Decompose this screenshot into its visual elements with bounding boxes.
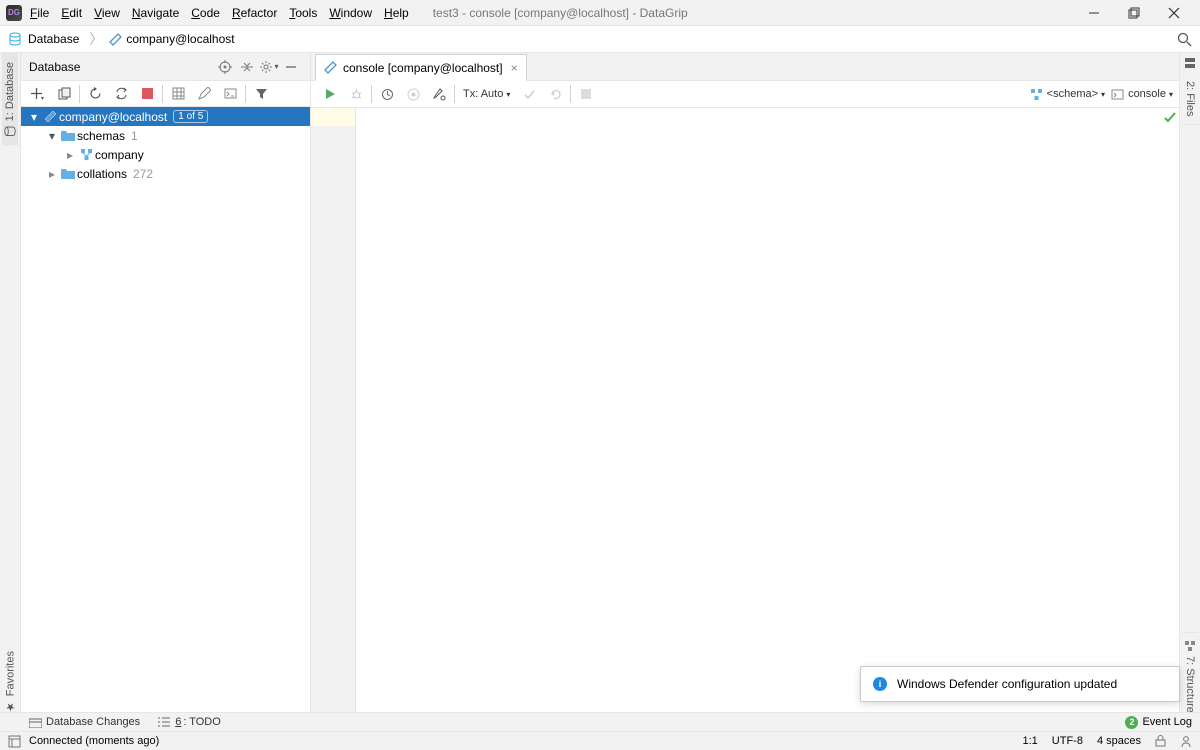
refresh-button[interactable] xyxy=(82,82,108,106)
maximize-button[interactable] xyxy=(1114,0,1154,26)
menu-file[interactable]: File xyxy=(30,6,49,20)
editor-tabs: console [company@localhost] × xyxy=(311,53,1179,81)
add-button[interactable]: ▾ xyxy=(25,82,51,106)
bottom-tool-bar: Database Changes 6: TODO 2 Event Log xyxy=(0,712,1200,731)
database-panel: Database ▾ ▾ ▾ xyxy=(21,53,311,721)
status-message: Connected (moments ago) xyxy=(29,735,159,747)
menu-code[interactable]: Code xyxy=(191,6,220,20)
minimize-button[interactable] xyxy=(1074,0,1114,26)
panel-header: Database ▾ xyxy=(21,53,310,81)
duplicate-button[interactable] xyxy=(51,82,77,106)
rollback-button[interactable] xyxy=(542,82,568,106)
menu-tools[interactable]: Tools xyxy=(289,6,317,20)
settings-button[interactable] xyxy=(426,82,452,106)
filter-button[interactable] xyxy=(248,82,274,106)
left-tab-favorites[interactable]: ★Favorites xyxy=(2,643,19,721)
close-tab-icon[interactable]: × xyxy=(511,61,518,75)
expand-arrow-icon[interactable]: ▸ xyxy=(63,148,77,162)
bottom-db-changes[interactable]: Database Changes xyxy=(29,716,140,728)
menu-help[interactable]: Help xyxy=(384,6,409,20)
lock-icon[interactable] xyxy=(1155,735,1166,747)
panel-target-icon[interactable] xyxy=(214,56,236,78)
event-count-badge: 2 xyxy=(1125,716,1138,729)
tree-schema-company[interactable]: ▸ company xyxy=(21,145,310,164)
tx-mode-dropdown[interactable]: Tx: Auto▾ xyxy=(463,88,510,100)
panel-collapse-icon[interactable] xyxy=(236,56,258,78)
menu-refactor[interactable]: Refactor xyxy=(232,6,277,20)
table-view-button[interactable] xyxy=(165,82,191,106)
schema-icon xyxy=(77,148,95,161)
editor-area: console [company@localhost] × Tx: Auto▾ … xyxy=(311,53,1179,721)
bottom-event-log[interactable]: 2 Event Log xyxy=(1125,716,1192,729)
app-logo-icon: DG xyxy=(6,5,22,21)
breadcrumb-datasource[interactable]: company@localhost xyxy=(109,32,234,46)
stop-button[interactable] xyxy=(134,82,160,106)
notification-popup[interactable]: i Windows Defender configuration updated xyxy=(860,666,1180,702)
left-tool-strip: 1: Database ★Favorites xyxy=(0,53,21,721)
history-button[interactable] xyxy=(374,82,400,106)
console-button[interactable] xyxy=(217,82,243,106)
breadcrumb-root[interactable]: Database xyxy=(8,32,79,46)
info-icon: i xyxy=(873,677,887,691)
close-button[interactable] xyxy=(1154,0,1194,26)
tree-datasource[interactable]: ▾ company@localhost 1 of 5 xyxy=(21,107,310,126)
sync-button[interactable] xyxy=(108,82,134,106)
console-file-icon xyxy=(324,61,337,74)
search-button[interactable] xyxy=(1177,32,1192,47)
window-title: test3 - console [company@localhost] - Da… xyxy=(433,6,688,20)
edit-button[interactable] xyxy=(191,82,217,106)
right-tab-structure[interactable]: 7: Structure xyxy=(1182,632,1198,721)
files-strip-icon[interactable] xyxy=(1180,53,1200,73)
panel-settings-icon[interactable]: ▾ xyxy=(258,56,280,78)
breadcrumb-bar: Database 〉 company@localhost xyxy=(0,26,1200,53)
menu-list: File Edit View Navigate Code Refactor To… xyxy=(30,6,421,20)
datasource-icon xyxy=(41,110,59,123)
editor-gutter[interactable] xyxy=(311,108,356,721)
folder-icon xyxy=(59,130,77,142)
datasource-badge: 1 of 5 xyxy=(173,110,208,123)
status-bar: Connected (moments ago) 1:1 UTF-8 4 spac… xyxy=(0,731,1200,750)
datasource-icon xyxy=(109,33,122,46)
right-tool-strip: 2: Files 7: Structure xyxy=(1179,53,1200,721)
expand-arrow-icon[interactable]: ▸ xyxy=(45,167,59,181)
menu-view[interactable]: View xyxy=(94,6,120,20)
toolwindows-icon[interactable] xyxy=(8,735,21,748)
left-tab-database[interactable]: 1: Database xyxy=(2,53,18,145)
tab-console[interactable]: console [company@localhost] × xyxy=(315,54,527,81)
editor-body xyxy=(311,108,1179,721)
menubar: DG File Edit View Navigate Code Refactor… xyxy=(0,0,1200,26)
tree-collations[interactable]: ▸ collations 272 xyxy=(21,164,310,183)
code-area[interactable] xyxy=(356,108,1179,721)
notification-text: Windows Defender configuration updated xyxy=(897,677,1117,691)
caret-position[interactable]: 1:1 xyxy=(1023,735,1038,747)
expand-arrow-icon[interactable]: ▾ xyxy=(27,110,41,124)
run-button[interactable] xyxy=(317,82,343,106)
panel-hide-icon[interactable] xyxy=(280,56,302,78)
editor-toolbar: Tx: Auto▾ <schema>▾ console▾ xyxy=(311,81,1179,108)
menu-navigate[interactable]: Navigate xyxy=(132,6,179,20)
explain-button[interactable] xyxy=(400,82,426,106)
database-toolbar: ▾ xyxy=(21,81,310,107)
commit-button[interactable] xyxy=(516,82,542,106)
bottom-todo[interactable]: 6: TODO xyxy=(158,716,221,728)
indent-setting[interactable]: 4 spaces xyxy=(1097,735,1141,747)
stop-query-button[interactable] xyxy=(573,82,599,106)
session-dropdown[interactable]: console▾ xyxy=(1111,88,1173,101)
menu-edit[interactable]: Edit xyxy=(61,6,82,20)
menu-window[interactable]: Window xyxy=(329,6,372,20)
file-encoding[interactable]: UTF-8 xyxy=(1052,735,1083,747)
expand-arrow-icon[interactable]: ▾ xyxy=(45,129,59,143)
tree-schemas[interactable]: ▾ schemas 1 xyxy=(21,126,310,145)
database-icon xyxy=(8,32,22,46)
panel-title: Database xyxy=(29,60,214,74)
inspection-ok-icon[interactable] xyxy=(1164,112,1176,124)
folder-icon xyxy=(59,168,77,180)
debug-button[interactable] xyxy=(343,82,369,106)
breadcrumb-separator-icon: 〉 xyxy=(89,29,103,49)
database-tree[interactable]: ▾ company@localhost 1 of 5 ▾ schemas 1 ▸… xyxy=(21,107,310,721)
hector-icon[interactable] xyxy=(1180,735,1192,747)
schema-dropdown[interactable]: <schema>▾ xyxy=(1030,88,1105,101)
right-tab-files[interactable]: 2: Files xyxy=(1182,73,1198,125)
